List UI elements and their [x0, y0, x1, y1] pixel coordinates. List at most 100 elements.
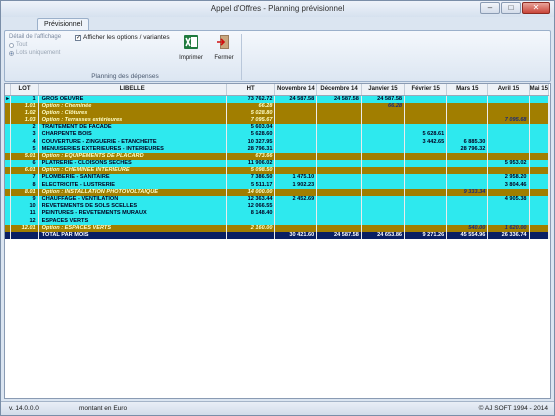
value-cell: [446, 160, 489, 168]
value-cell: [446, 116, 489, 125]
value-cell: [361, 131, 406, 139]
display-detail-group: Détail de l'affichage Tout Lots uniqueme…: [9, 33, 61, 57]
ribbon-panel: Détail de l'affichage Tout Lots uniqueme…: [4, 30, 551, 82]
table-row[interactable]: 2 TRAITEMENT DE FACADE 5 603.04: [5, 124, 550, 132]
libelle-cell: REVETEMENTS DE SOLS SCELLES: [38, 203, 227, 211]
value-cell: 28 796.32: [446, 145, 489, 153]
radio-icon: [9, 42, 14, 48]
ribbon-tabs: Prévisionnel: [1, 17, 554, 31]
table-row[interactable]: 9 CHAUFFAGE - VENTILATION 12 363.44 2 452.6…: [5, 195, 550, 204]
filler-cell: [548, 102, 550, 110]
column-header[interactable]: HT: [226, 84, 276, 96]
column-header[interactable]: Avril 15: [487, 84, 530, 96]
libelle-cell: GROS OEUVRE: [38, 95, 227, 103]
radio-selected-icon: [9, 50, 14, 56]
value-cell: 5 028.80: [226, 109, 276, 117]
column-header[interactable]: Novembre 14: [274, 84, 318, 96]
value-cell: [487, 152, 530, 160]
close-window-button[interactable]: ✕: [522, 2, 550, 14]
value-cell: [487, 217, 530, 225]
filler-cell: [548, 145, 550, 153]
filler-cell: [548, 95, 550, 103]
table-row[interactable]: TOTAL PAR MOIS 30 421.60 24 587.58 24 653.8…: [5, 231, 550, 240]
lot-cell: 9: [10, 195, 39, 204]
value-cell: [316, 217, 362, 225]
value-cell: 9 333.34: [446, 188, 489, 196]
column-header[interactable]: LOT: [10, 84, 39, 96]
table-row[interactable]: 1.02 Option : Clôtures 5 028.80: [5, 109, 550, 117]
lot-cell: 5: [10, 145, 39, 153]
table-row[interactable]: 8 ELECTRICITE - LUSTRERIE 5 511.17 1 902.23…: [5, 181, 550, 189]
value-cell: 24 587.58: [316, 231, 362, 240]
value-cell: [361, 109, 406, 117]
table-row[interactable]: 7 PLOMBERIE - SANITAIRE 7 386.50 1 475.10 2 …: [5, 174, 550, 182]
libelle-cell: CHARPENTE BOIS: [38, 131, 227, 139]
column-header[interactable]: Mars 15: [446, 84, 489, 96]
table-row[interactable]: 6 PLATRERIE - CLOISONS SECHES 11 906.02 5 9…: [5, 160, 550, 168]
table-row[interactable]: 5 MENUISERIES EXTERIEURES - INTERIEURES 28…: [5, 145, 550, 153]
column-header[interactable]: LIBELLE: [38, 84, 227, 96]
radio-all-label: Tout: [16, 42, 28, 48]
table-row[interactable]: 1.01 Option : Cheminée 66.28 66.28: [5, 102, 550, 110]
value-cell: [404, 145, 448, 153]
value-cell: 1 475.10: [274, 174, 318, 182]
close-button[interactable]: Fermer: [211, 34, 237, 68]
print-button[interactable]: Imprimer: [177, 34, 205, 68]
column-header[interactable]: Mai 15: [529, 84, 550, 96]
column-header[interactable]: Janvier 15: [361, 84, 406, 96]
value-cell: 5 603.04: [226, 124, 276, 132]
show-options-checkbox[interactable]: ✓ Afficher les options / variantes: [75, 34, 170, 41]
value-cell: [487, 203, 530, 211]
libelle-cell: TOTAL PAR MOIS: [38, 231, 227, 240]
value-cell: [446, 109, 489, 117]
value-cell: 6 885.30: [446, 138, 489, 146]
value-cell: [274, 138, 318, 146]
value-cell: [446, 102, 489, 110]
value-cell: [404, 174, 448, 182]
value-cell: 28 796.31: [226, 145, 276, 153]
table-row[interactable]: 12.01 Option : ESPACES VERTS 2 160.00 540.0…: [5, 224, 550, 232]
table-row[interactable]: ▸ 1 GROS OEUVRE 73 762.72 24 587.58 24 587.58…: [5, 95, 550, 103]
table-row[interactable]: 4 COUVERTURE - ZINGUERIE - ETANCHEITE 10 3…: [5, 138, 550, 146]
filler-cell: [548, 138, 550, 146]
column-header[interactable]: Février 15: [404, 84, 448, 96]
filler-cell: [548, 181, 550, 189]
value-cell: [361, 167, 406, 175]
column-header[interactable]: Décembre 14: [316, 84, 362, 96]
lot-cell: 8: [10, 181, 39, 189]
value-cell: [274, 217, 318, 225]
value-cell: [529, 195, 550, 204]
table-row[interactable]: 3 CHARPENTE BOIS 5 628.60 5 628.61: [5, 131, 550, 139]
title-bar[interactable]: Appel d'Offres - Planning prévisionnel –…: [1, 1, 554, 17]
table-row[interactable]: 11 PEINTURES - REVETEMENTS MURAUX 8 148.40: [5, 210, 550, 218]
radio-all[interactable]: Tout: [9, 41, 61, 49]
value-cell: [446, 203, 489, 211]
value-cell: 5 628.60: [226, 131, 276, 139]
table-body: ▸ 1 GROS OEUVRE 73 762.72 24 587.58 24 587.58…: [5, 95, 550, 240]
table-row[interactable]: 12 ESPACES VERTS: [5, 217, 550, 225]
filler-cell: [548, 203, 550, 211]
value-cell: [316, 167, 362, 175]
value-cell: 7 386.50: [226, 174, 276, 182]
value-cell: [529, 188, 550, 196]
maximize-button[interactable]: □: [501, 2, 521, 14]
value-cell: [446, 181, 489, 189]
value-cell: [487, 210, 530, 218]
planning-grid[interactable]: LOT LIBELLE HT Novembre 14 Décembre 14 Janvie…: [4, 83, 551, 399]
value-cell: [529, 231, 550, 240]
table-row[interactable]: 10 REVETEMENTS DE SOLS SCELLES 12 066.55: [5, 203, 550, 211]
table-row[interactable]: 1.03 Option : Terrasses extérieures 7 095.…: [5, 116, 550, 125]
table-row[interactable]: 5.01 Option : EQUIPEMENTS DE PLACARD 673.6…: [5, 152, 550, 160]
value-cell: [404, 210, 448, 218]
table-row[interactable]: 8.01 Option : INSTALLATION PHOTOVOLTAIQUE…: [5, 188, 550, 196]
window-controls: – □ ✕: [480, 2, 550, 14]
radio-lots-only[interactable]: Lots uniquement: [9, 49, 61, 57]
value-cell: [446, 131, 489, 139]
value-cell: 24 587.58: [361, 95, 406, 103]
value-cell: [226, 231, 276, 240]
table-row[interactable]: 6.01 Option : CHEMINEE INTERIEURE 5 098.50: [5, 167, 550, 175]
minimize-button[interactable]: –: [480, 2, 500, 14]
value-cell: [274, 224, 318, 232]
value-cell: 7 095.67: [226, 116, 276, 125]
filler-cell: [548, 160, 550, 168]
